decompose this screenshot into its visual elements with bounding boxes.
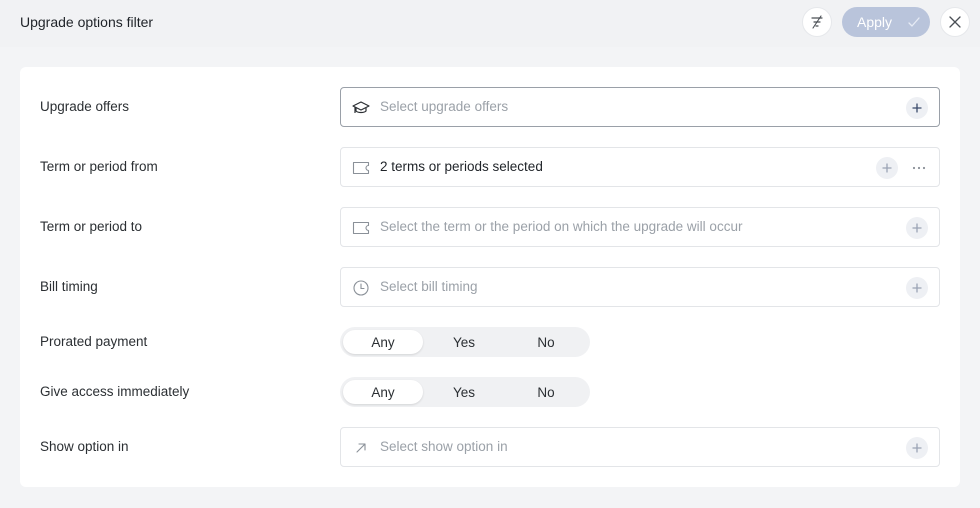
filter-header: Upgrade options filter Apply bbox=[0, 0, 980, 47]
bill-timing-field[interactable]: Select bill timing bbox=[340, 267, 940, 307]
show-option-in-label: Show option in bbox=[40, 439, 129, 454]
filter-clear-icon bbox=[811, 15, 823, 29]
show-option-in-field[interactable]: Select show option in bbox=[340, 427, 940, 467]
give-access-toggle: Any Yes No bbox=[340, 377, 590, 407]
bill-timing-placeholder: Select bill timing bbox=[380, 279, 478, 294]
upgrade-offers-field[interactable]: Select upgrade offers bbox=[340, 87, 940, 127]
page-title: Upgrade options filter bbox=[20, 14, 154, 30]
bill-timing-label: Bill timing bbox=[40, 279, 98, 294]
show-option-in-placeholder: Select show option in bbox=[380, 439, 508, 454]
term-to-label: Term or period to bbox=[40, 219, 143, 234]
give-access-option-yes[interactable]: Yes bbox=[424, 380, 504, 404]
term-from-field[interactable]: 2 terms or periods selected bbox=[340, 147, 940, 187]
term-to-field[interactable]: Select the term or the period on which t… bbox=[340, 207, 940, 247]
apply-label: Apply bbox=[857, 14, 893, 30]
check-icon bbox=[908, 17, 920, 27]
close-button[interactable] bbox=[940, 7, 970, 37]
clear-filters-button[interactable] bbox=[802, 7, 832, 37]
term-from-label: Term or period from bbox=[40, 159, 158, 174]
clock-icon bbox=[351, 278, 371, 298]
graduation-cap-icon bbox=[351, 98, 371, 118]
prorated-option-no[interactable]: No bbox=[506, 330, 586, 354]
prorated-payment-label: Prorated payment bbox=[40, 334, 148, 349]
give-access-option-no[interactable]: No bbox=[506, 380, 586, 404]
add-show-option-in-button[interactable] bbox=[906, 437, 928, 459]
add-bill-timing-button[interactable] bbox=[906, 277, 928, 299]
term-from-more-button[interactable] bbox=[908, 157, 930, 179]
ticket-icon bbox=[351, 218, 371, 238]
term-to-placeholder: Select the term or the period on which t… bbox=[380, 219, 743, 234]
prorated-option-yes[interactable]: Yes bbox=[424, 330, 504, 354]
ticket-icon bbox=[351, 158, 371, 178]
more-horizontal-icon bbox=[912, 166, 926, 170]
plus-icon bbox=[912, 443, 922, 453]
close-icon bbox=[949, 16, 961, 28]
upgrade-offers-label: Upgrade offers bbox=[40, 99, 130, 114]
add-term-from-button[interactable] bbox=[876, 157, 898, 179]
add-term-to-button[interactable] bbox=[906, 217, 928, 239]
apply-button[interactable]: Apply bbox=[842, 7, 930, 37]
prorated-payment-toggle: Any Yes No bbox=[340, 327, 590, 357]
give-access-option-any[interactable]: Any bbox=[343, 380, 423, 404]
plus-icon bbox=[912, 103, 922, 113]
prorated-option-any[interactable]: Any bbox=[343, 330, 423, 354]
plus-icon bbox=[912, 283, 922, 293]
give-access-label: Give access immediately bbox=[40, 384, 190, 399]
upgrade-offers-placeholder: Select upgrade offers bbox=[380, 99, 509, 114]
plus-icon bbox=[882, 163, 892, 173]
arrow-up-right-icon bbox=[351, 438, 371, 458]
term-from-value: 2 terms or periods selected bbox=[380, 159, 543, 174]
add-upgrade-offers-button[interactable] bbox=[906, 97, 928, 119]
plus-icon bbox=[912, 223, 922, 233]
